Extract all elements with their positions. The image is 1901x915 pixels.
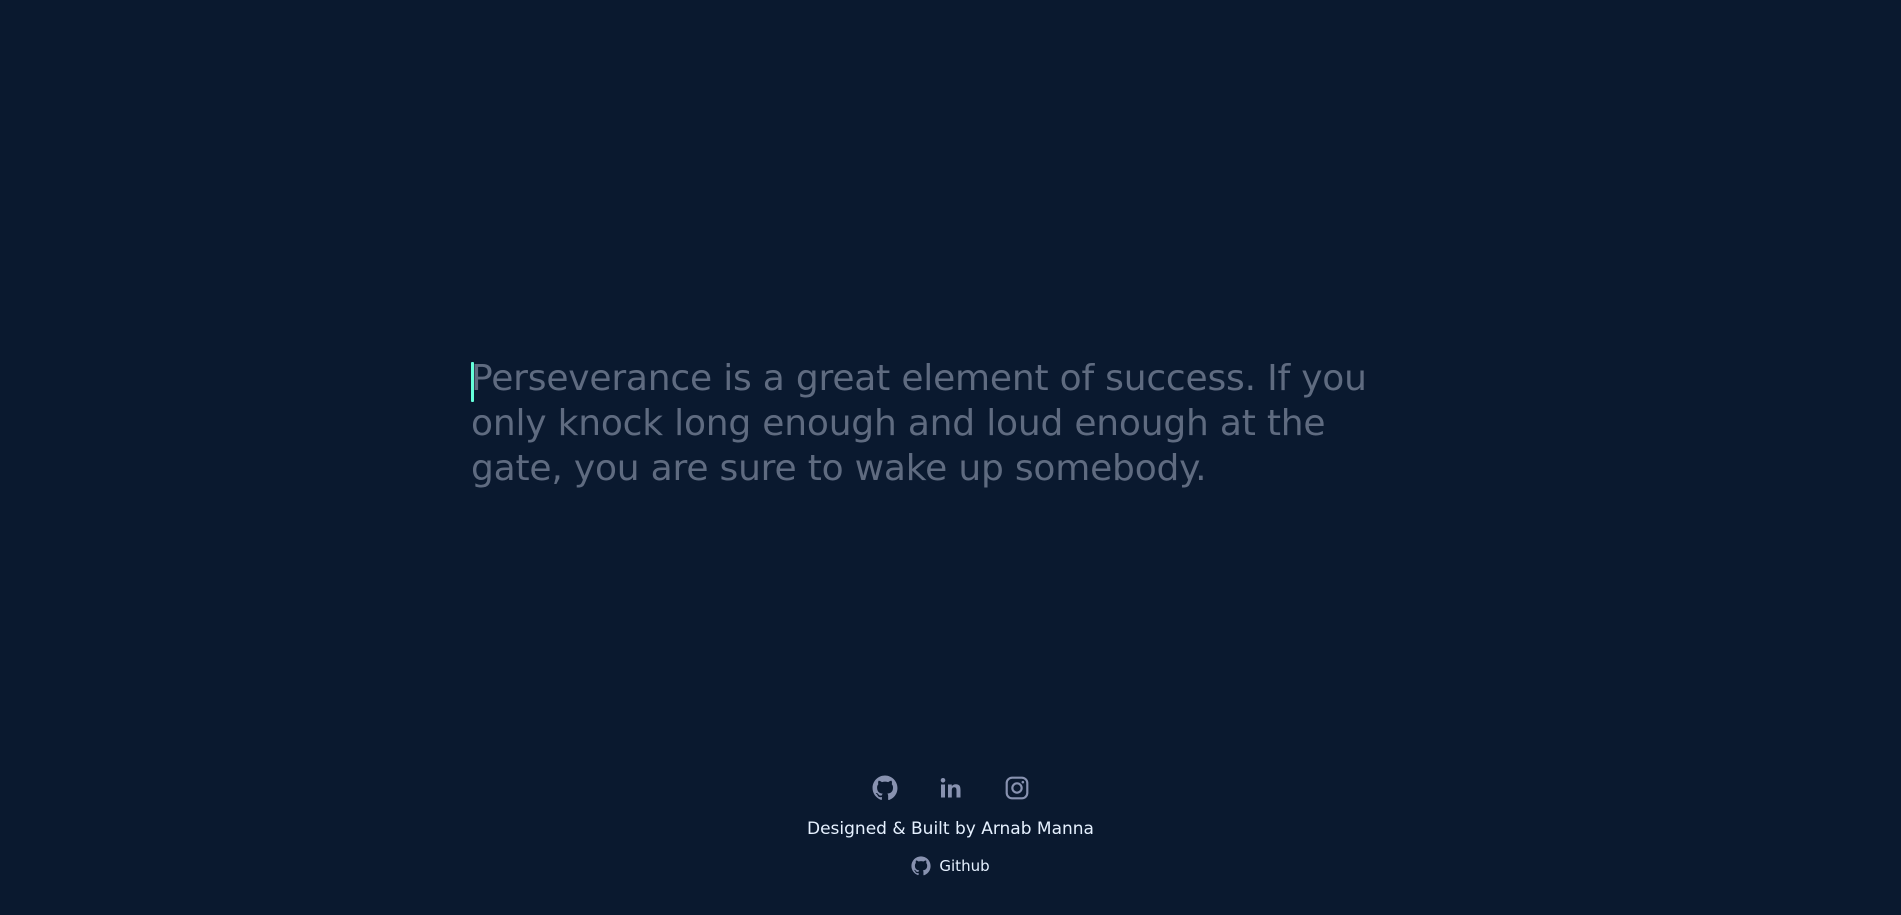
social-links xyxy=(0,770,1901,806)
github-icon xyxy=(872,775,897,801)
source-github-link[interactable]: Github xyxy=(911,856,990,876)
github-icon xyxy=(911,856,931,876)
typing-caret xyxy=(471,362,474,402)
github-link[interactable] xyxy=(871,774,899,802)
quote-section: Perseverance is a great element of succe… xyxy=(471,356,1391,491)
instagram-link[interactable] xyxy=(1003,774,1031,802)
quote-text: Perseverance is a great element of succe… xyxy=(471,356,1391,491)
quote-text-content: Perseverance is a great element of succe… xyxy=(471,358,1367,489)
footer: Designed & Built by Arnab Manna Github xyxy=(0,770,1901,880)
linkedin-link[interactable] xyxy=(937,774,965,802)
instagram-icon xyxy=(1005,776,1028,800)
credit-text: Designed & Built by Arnab Manna xyxy=(807,819,1094,839)
linkedin-icon xyxy=(940,778,960,798)
source-link-label: Github xyxy=(939,857,990,875)
page: Perseverance is a great element of succe… xyxy=(0,0,1901,915)
